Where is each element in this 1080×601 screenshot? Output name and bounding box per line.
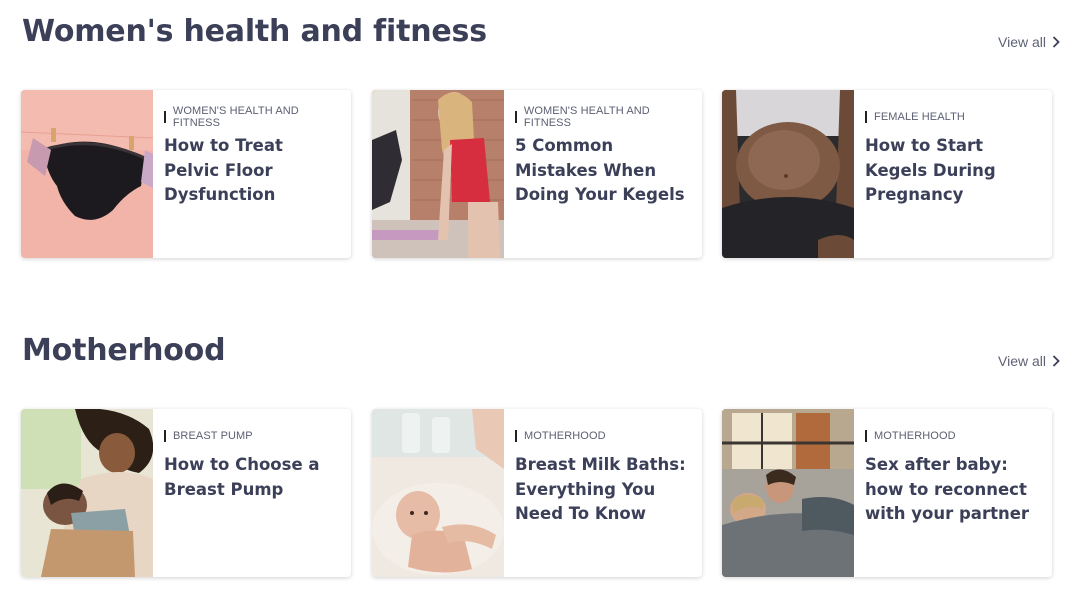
article-headline[interactable]: How to Treat Pelvic Floor Dysfunction <box>164 134 341 208</box>
article-category: MOTHERHOOD <box>865 429 1042 443</box>
mother-breastfeeding-image <box>21 409 153 577</box>
article-card[interactable]: WOMEN'S HEALTH AND FITNESS How to Treat … <box>21 90 351 258</box>
article-headline[interactable]: Breast Milk Baths: Everything You Need T… <box>515 453 692 527</box>
article-category: BREAST PUMP <box>164 429 341 443</box>
section-title: Women's health and fitness <box>22 14 487 49</box>
article-card[interactable]: MOTHERHOOD Breast Milk Baths: Everything… <box>372 409 702 577</box>
view-all-label: View all <box>998 34 1046 50</box>
article-card[interactable]: WOMEN'S HEALTH AND FITNESS 5 Common Mist… <box>372 90 702 258</box>
article-headline[interactable]: 5 Common Mistakes When Doing Your Kegels <box>515 134 692 208</box>
article-category: MOTHERHOOD <box>515 429 692 443</box>
view-all-label: View all <box>998 353 1046 369</box>
underwear-on-clothespin-image <box>21 90 153 258</box>
couple-in-bed-image <box>722 409 854 577</box>
article-card[interactable]: MOTHERHOOD Sex after baby: how to reconn… <box>722 409 1052 577</box>
chevron-right-icon <box>1052 36 1060 48</box>
article-category: FEMALE HEALTH <box>865 110 1042 124</box>
article-category: WOMEN'S HEALTH AND FITNESS <box>515 105 692 129</box>
section-title: Motherhood <box>22 333 226 368</box>
baby-bath-image <box>372 409 504 577</box>
article-card[interactable]: FEMALE HEALTH How to Start Kegels During… <box>722 90 1052 258</box>
pregnant-belly-image <box>722 90 854 258</box>
chevron-right-icon <box>1052 355 1060 367</box>
article-headline[interactable]: How to Start Kegels During Pregnancy <box>865 134 1042 208</box>
article-card[interactable]: BREAST PUMP How to Choose a Breast Pump <box>21 409 351 577</box>
view-all-link[interactable]: View all <box>998 34 1060 50</box>
article-headline[interactable]: How to Choose a Breast Pump <box>164 453 341 502</box>
article-category: WOMEN'S HEALTH AND FITNESS <box>164 105 341 129</box>
article-headline[interactable]: Sex after baby: how to reconnect with yo… <box>865 453 1042 527</box>
view-all-link[interactable]: View all <box>998 353 1060 369</box>
woman-exercising-image <box>372 90 504 258</box>
